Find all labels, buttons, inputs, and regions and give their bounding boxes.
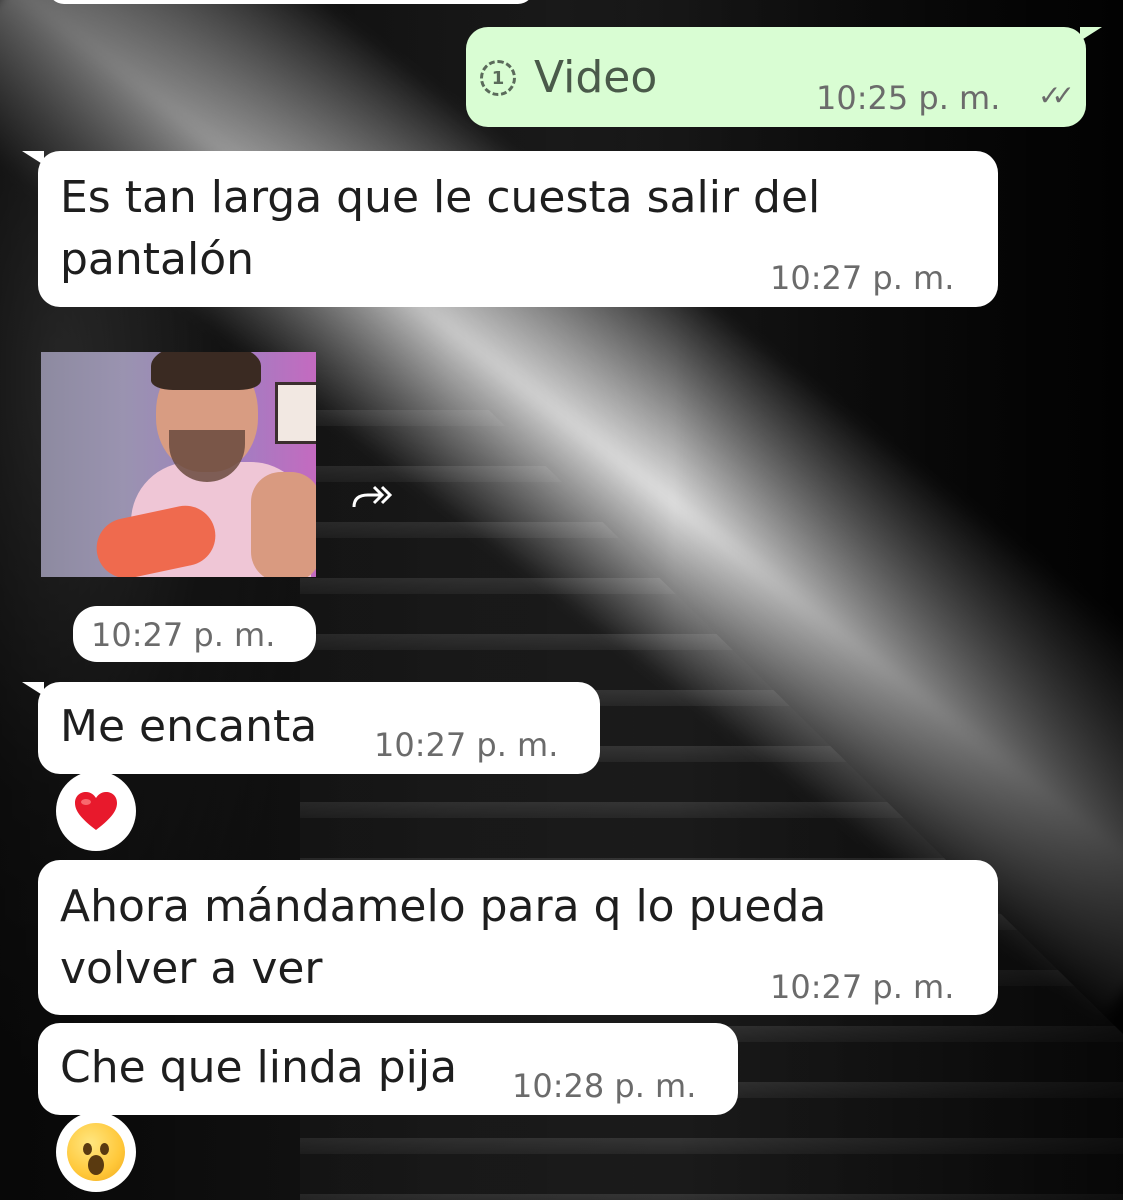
bubble-tail [22,682,44,696]
bubble-tail [1080,27,1102,41]
outgoing-video-bubble[interactable]: 1 Video 10:25 p. m. ✓✓ [466,27,1086,127]
incoming-message-bubble[interactable]: Che que linda pija 10:28 p. m. [38,1023,738,1115]
sticker-picture-frame [275,382,316,444]
video-label: Video [534,52,658,103]
sticker-person-hair [151,352,261,390]
surprised-face-icon [67,1123,125,1181]
view-once-count: 1 [491,67,505,89]
message-line-1: Ahora mándamelo para q lo pueda [60,881,827,932]
sticker-person-arm [251,472,316,577]
previous-message-bubble[interactable] [48,0,534,4]
face-mouth [88,1155,104,1175]
face-eye-left [83,1143,92,1155]
view-once-icon: 1 [480,60,516,96]
message-line-2: pantalón [60,234,255,285]
incoming-message-bubble[interactable]: Me encanta 10:27 p. m. [38,682,600,774]
message-time: 10:27 p. m. [91,616,276,654]
bubble-tail [22,151,44,165]
message-line-2: volver a ver [60,943,323,994]
sticker-time-pill: 10:27 p. m. [73,606,316,662]
incoming-message-bubble[interactable]: Ahora mándamelo para q lo pueda volver a… [38,860,998,1015]
message-time: 10:25 p. m. [816,79,1001,117]
message-line-1: Me encanta [60,701,318,752]
reaction-heart[interactable] [56,771,136,851]
incoming-message-bubble[interactable]: Es tan larga que le cuesta salir del pan… [38,151,998,307]
message-time: 10:27 p. m. [374,726,559,764]
message-line-1: Es tan larga que le cuesta salir del [60,172,821,223]
message-time: 10:28 p. m. [512,1067,697,1105]
double-check-icon: ✓✓ [1038,79,1075,112]
message-time: 10:27 p. m. [770,968,955,1006]
heart-icon [75,792,117,830]
reaction-surprised[interactable] [56,1112,136,1192]
message-time: 10:27 p. m. [770,259,955,297]
forward-icon[interactable] [350,480,393,520]
message-line-1: Che que linda pija [60,1042,458,1093]
sticker-image[interactable] [41,352,316,577]
face-eye-right [100,1143,109,1155]
